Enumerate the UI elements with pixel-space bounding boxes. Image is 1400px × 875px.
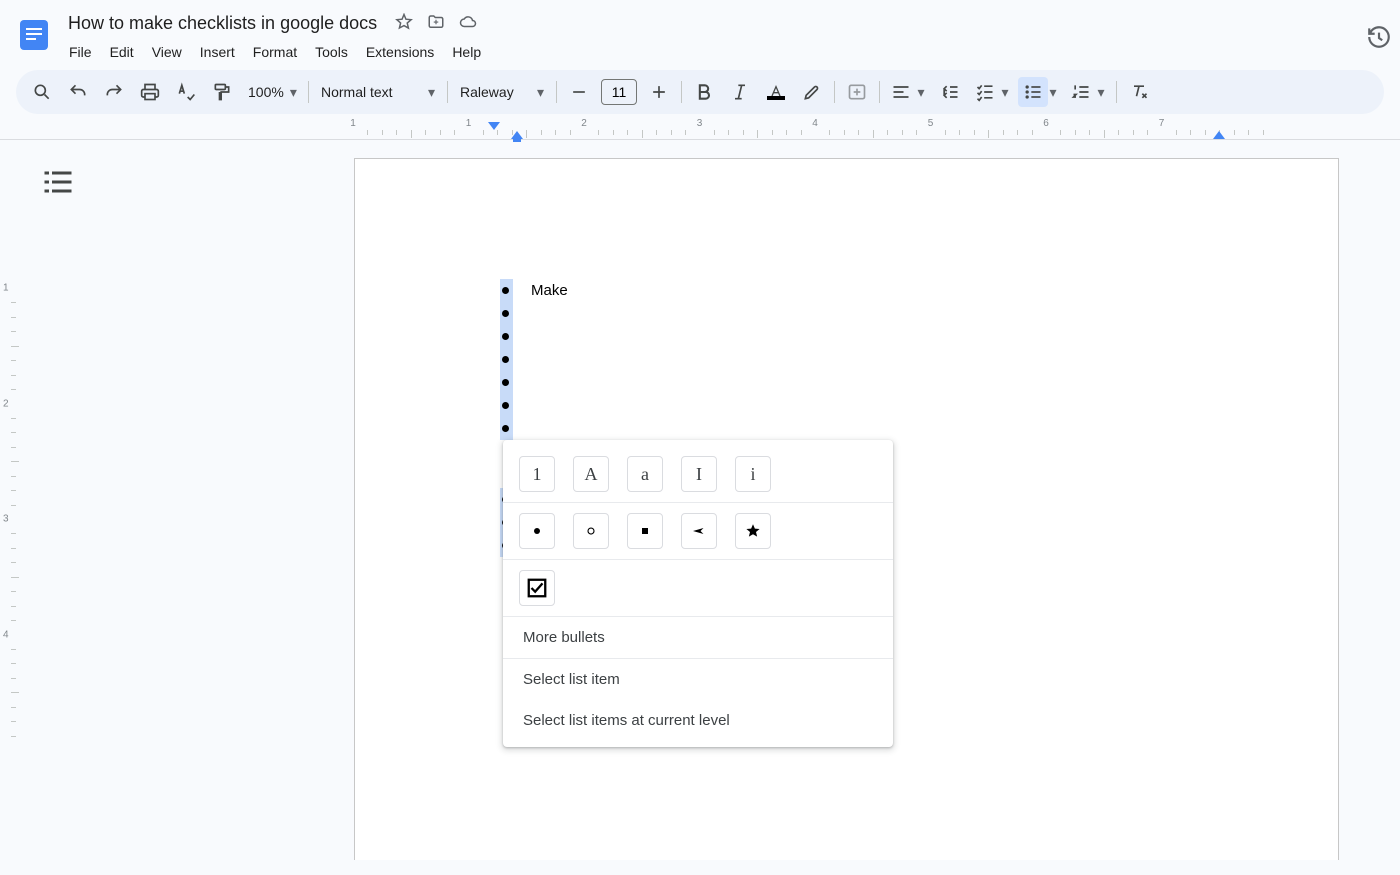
docs-logo[interactable] <box>16 12 52 58</box>
bullet-option-disc[interactable] <box>519 513 555 549</box>
paint-format-icon[interactable] <box>207 77 237 107</box>
bulleted-list-dropdown[interactable]: ▾ <box>1018 77 1062 107</box>
italic-icon[interactable] <box>725 77 755 107</box>
font-size-increment[interactable] <box>644 77 674 107</box>
select-list-items-at-level[interactable]: Select list items at current level <box>503 700 893 741</box>
menu-file[interactable]: File <box>62 40 99 64</box>
version-history-icon[interactable] <box>1366 24 1392 53</box>
numbered-option-a[interactable]: a <box>627 456 663 492</box>
bold-icon[interactable] <box>689 77 719 107</box>
move-icon[interactable] <box>427 13 445 34</box>
app-header: How to make checklists in google docs Fi… <box>0 0 1400 64</box>
numbered-option-I[interactable]: I <box>681 456 717 492</box>
menubar: File Edit View Insert Format Tools Exten… <box>62 40 1384 64</box>
star-icon[interactable] <box>395 13 413 34</box>
chevron-down-icon: ▾ <box>1048 84 1058 101</box>
chevron-down-icon: ▾ <box>1096 84 1106 101</box>
chevron-down-icon: ▾ <box>290 84 297 101</box>
bullet-options-row <box>503 503 893 559</box>
chevron-down-icon: ▾ <box>916 84 926 101</box>
chevron-down-icon: ▾ <box>537 84 544 101</box>
font-size-decrement[interactable] <box>564 77 594 107</box>
list-options-popup: 1 A a I i More bullets Select list item … <box>503 440 893 747</box>
menu-edit[interactable]: Edit <box>103 40 141 64</box>
align-left-icon <box>886 77 916 107</box>
checklist-dropdown[interactable]: ▾ <box>970 77 1014 107</box>
paragraph-style-dropdown[interactable]: Normal text ▾ <box>313 84 443 101</box>
print-icon[interactable] <box>135 77 165 107</box>
list-item-text: Make <box>531 282 568 299</box>
numbered-list-icon <box>1066 77 1096 107</box>
select-list-item[interactable]: Select list item <box>503 659 893 700</box>
redo-icon[interactable] <box>99 77 129 107</box>
cloud-saved-icon[interactable] <box>459 13 477 34</box>
bullet-option-star[interactable] <box>735 513 771 549</box>
bullet-option-circle[interactable] <box>573 513 609 549</box>
insert-image-icon[interactable] <box>842 77 872 107</box>
align-dropdown[interactable]: ▾ <box>886 77 930 107</box>
menu-insert[interactable]: Insert <box>193 40 242 64</box>
menu-tools[interactable]: Tools <box>308 40 355 64</box>
numbered-option-i[interactable]: i <box>735 456 771 492</box>
more-bullets-item[interactable]: More bullets <box>503 617 893 658</box>
numbered-option-1[interactable]: 1 <box>519 456 555 492</box>
bullet-option-arrow[interactable] <box>681 513 717 549</box>
bulleted-list-icon <box>1018 77 1048 107</box>
bullet-option-square[interactable] <box>627 513 663 549</box>
menu-view[interactable]: View <box>145 40 189 64</box>
menu-extensions[interactable]: Extensions <box>359 40 441 64</box>
toolbar: 100% ▾ Normal text ▾ Raleway ▾ ▾ ▾ ▾ ▾ <box>16 70 1384 114</box>
font-size-input[interactable] <box>601 79 637 105</box>
document-title[interactable]: How to make checklists in google docs <box>62 11 383 36</box>
clear-formatting-icon[interactable] <box>1124 77 1154 107</box>
undo-icon[interactable] <box>63 77 93 107</box>
bullet-option-checkbox[interactable] <box>519 570 555 606</box>
checklist-icon <box>970 77 1000 107</box>
text-color-icon[interactable] <box>761 77 791 107</box>
font-family-dropdown[interactable]: Raleway ▾ <box>452 84 552 101</box>
menu-format[interactable]: Format <box>246 40 304 64</box>
spellcheck-icon[interactable] <box>171 77 201 107</box>
chevron-down-icon: ▾ <box>428 84 435 101</box>
numbered-list-dropdown[interactable]: ▾ <box>1066 77 1110 107</box>
horizontal-ruler[interactable]: 11234567 <box>0 118 1400 140</box>
search-menus-icon[interactable] <box>27 77 57 107</box>
menu-help[interactable]: Help <box>445 40 488 64</box>
chevron-down-icon: ▾ <box>1000 84 1010 101</box>
numbered-option-A[interactable]: A <box>573 456 609 492</box>
document-outline-icon[interactable] <box>40 164 76 200</box>
line-spacing-icon[interactable] <box>935 77 965 107</box>
workspace: Make 1 A a I i <box>0 140 1400 860</box>
numbered-options-row: 1 A a I i <box>503 446 893 502</box>
zoom-dropdown[interactable]: 100% ▾ <box>240 84 304 101</box>
checkbox-options-row <box>503 560 893 616</box>
highlight-color-icon[interactable] <box>797 77 827 107</box>
